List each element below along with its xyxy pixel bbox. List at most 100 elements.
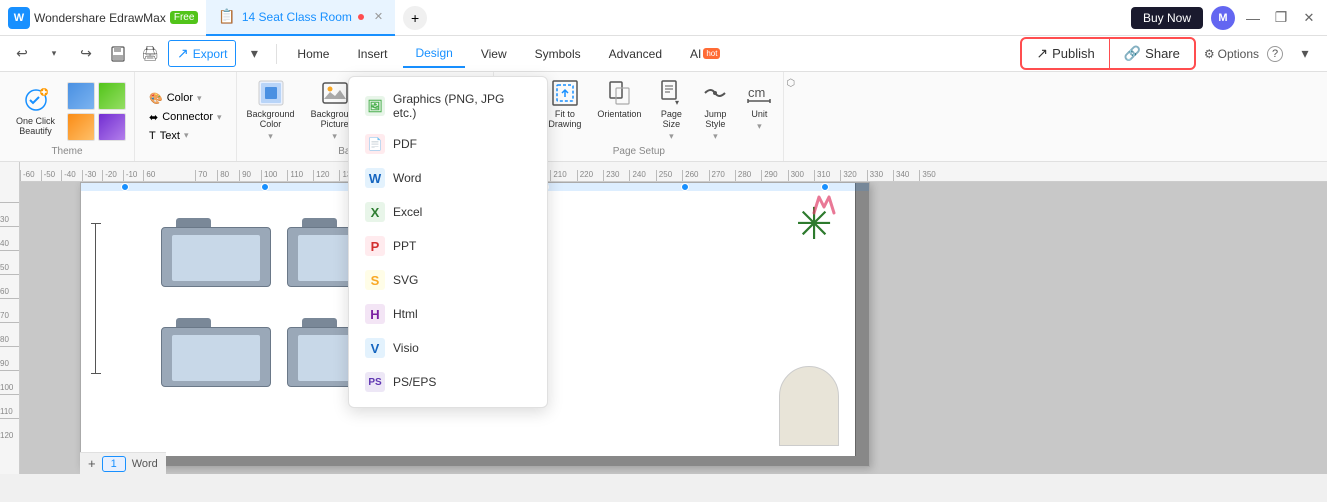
- eps-icon: PS: [365, 372, 385, 392]
- share-button[interactable]: 🔗 Share: [1110, 39, 1194, 68]
- print-button[interactable]: 🖨: [136, 40, 164, 68]
- free-badge: Free: [170, 11, 199, 24]
- desk-top-area-1: [172, 235, 260, 281]
- export-png-item[interactable]: 🖼 Graphics (PNG, JPG etc.): [349, 85, 547, 127]
- page-size-label: PageSize: [661, 109, 682, 129]
- document-tab-label: 14 Seat Class Room: [242, 10, 352, 24]
- h-mark: 320: [840, 170, 866, 181]
- word-tab[interactable]: Word: [132, 458, 158, 470]
- help-icon: ?: [1267, 46, 1283, 62]
- visio-icon: V: [365, 338, 385, 358]
- more-options-button[interactable]: ▾: [240, 40, 268, 68]
- handle-left[interactable]: [121, 183, 129, 191]
- export-visio-item[interactable]: V Visio: [349, 331, 547, 365]
- export-svg-item[interactable]: S SVG: [349, 263, 547, 297]
- connector-dropdown-button[interactable]: ⬌ Connector ▾: [141, 109, 230, 126]
- v-mark: 40: [0, 226, 19, 250]
- h-mark: 340: [893, 170, 919, 181]
- theme-preview-4[interactable]: [98, 113, 126, 141]
- v-mark: 120: [0, 418, 19, 442]
- undo-button[interactable]: ↩: [8, 40, 36, 68]
- h-mark: -50: [41, 170, 62, 181]
- one-click-beautify-button[interactable]: One ClickBeautify: [8, 82, 63, 140]
- h-mark: -30: [82, 170, 103, 181]
- export-button[interactable]: ↗ Export: [168, 40, 236, 67]
- settings-icon: ⚙: [1204, 47, 1215, 61]
- h-mark: 210: [550, 170, 576, 181]
- export-word-item[interactable]: W Word: [349, 161, 547, 195]
- theme-section-label: Theme: [51, 146, 82, 157]
- close-button[interactable]: ✕: [1299, 8, 1319, 28]
- export-ppt-item[interactable]: P PPT: [349, 229, 547, 263]
- v-mark: 30: [0, 202, 19, 226]
- h-mark: 90: [239, 170, 261, 181]
- h-mark: 330: [867, 170, 893, 181]
- h-mark: 250: [656, 170, 682, 181]
- theme-icons: [67, 82, 126, 141]
- buy-now-button[interactable]: Buy Now: [1131, 7, 1203, 29]
- options-button[interactable]: ⚙ Options: [1204, 47, 1259, 61]
- redo-button[interactable]: ↪: [72, 40, 100, 68]
- background-color-button[interactable]: BackgroundColor ▾: [241, 76, 301, 145]
- tab-insert[interactable]: Insert: [345, 40, 399, 68]
- unsaved-indicator: [358, 14, 364, 20]
- undo-dropdown[interactable]: ▾: [40, 40, 68, 68]
- v-mark: 80: [0, 322, 19, 346]
- fit-to-drawing-button[interactable]: Fit toDrawing: [542, 76, 587, 132]
- tab-home[interactable]: Home: [285, 40, 341, 68]
- export-html-label: Html: [393, 307, 418, 321]
- theme-preview-1[interactable]: [67, 82, 95, 110]
- room-wall-bottom: [81, 456, 869, 466]
- h-mark: 290: [761, 170, 787, 181]
- user-avatar[interactable]: M: [1211, 6, 1235, 30]
- save-button[interactable]: [104, 40, 132, 68]
- tab-design[interactable]: Design: [403, 40, 464, 68]
- ribbon-collapse-button[interactable]: ▾: [1291, 40, 1319, 68]
- tab-ai[interactable]: AI hot: [678, 40, 732, 68]
- new-tab-button[interactable]: +: [403, 6, 427, 30]
- handle-mid1[interactable]: [261, 183, 269, 191]
- orientation-label: Orientation: [597, 109, 641, 119]
- tab-view[interactable]: View: [469, 40, 519, 68]
- theme-preview-2[interactable]: [98, 82, 126, 110]
- unit-button[interactable]: cm Unit ▾: [739, 76, 779, 135]
- minimize-button[interactable]: —: [1243, 8, 1263, 28]
- toolbar-separator: [276, 44, 277, 64]
- add-page-button[interactable]: +: [88, 456, 96, 471]
- maximize-button[interactable]: ❐: [1271, 8, 1291, 28]
- measurement-arrow-top: [91, 223, 101, 224]
- tab-symbols[interactable]: Symbols: [523, 40, 593, 68]
- document-tab[interactable]: 📋 14 Seat Class Room ✕: [206, 0, 395, 36]
- theme-preview-3[interactable]: [67, 113, 95, 141]
- page-size-button[interactable]: ▾ PageSize ▾: [651, 76, 691, 145]
- handle-mid4[interactable]: [681, 183, 689, 191]
- collapse-icon[interactable]: ⬡: [786, 78, 795, 89]
- export-html-item[interactable]: H Html: [349, 297, 547, 331]
- export-word-label: Word: [393, 171, 421, 185]
- handle-right[interactable]: [821, 183, 829, 191]
- color-chevron-icon: ▾: [197, 93, 202, 104]
- page-tab-1[interactable]: 1: [102, 456, 126, 472]
- desk-surface-4[interactable]: [161, 327, 271, 387]
- text-icon: T: [149, 130, 156, 142]
- tab-advanced[interactable]: Advanced: [597, 40, 674, 68]
- orientation-button[interactable]: Orientation: [591, 76, 647, 122]
- help-button[interactable]: ?: [1267, 46, 1283, 62]
- export-pdf-item[interactable]: 📄 PDF: [349, 127, 547, 161]
- one-click-buttons: One ClickBeautify: [8, 76, 126, 146]
- color-dropdown-button[interactable]: 🎨 Color ▾: [141, 90, 230, 107]
- v-mark: 50: [0, 250, 19, 274]
- pdf-icon: 📄: [365, 134, 385, 154]
- export-excel-item[interactable]: X Excel: [349, 195, 547, 229]
- publish-button[interactable]: ↗ Publish: [1022, 39, 1109, 68]
- page-number-label: 1: [111, 458, 117, 470]
- export-ppt-label: PPT: [393, 239, 416, 253]
- jump-style-button[interactable]: JumpStyle ▾: [695, 76, 735, 145]
- h-mark: 230: [603, 170, 629, 181]
- text-dropdown-button[interactable]: T Text ▾: [141, 128, 230, 144]
- jump-style-chevron: ▾: [713, 131, 718, 142]
- canvas-main: -60 -50 -40 -30 -20 -10 60 70 80 90 100 …: [20, 162, 1327, 474]
- h-mark: 60: [143, 170, 195, 181]
- export-eps-item[interactable]: PS PS/EPS: [349, 365, 547, 399]
- desk-surface-1[interactable]: [161, 227, 271, 287]
